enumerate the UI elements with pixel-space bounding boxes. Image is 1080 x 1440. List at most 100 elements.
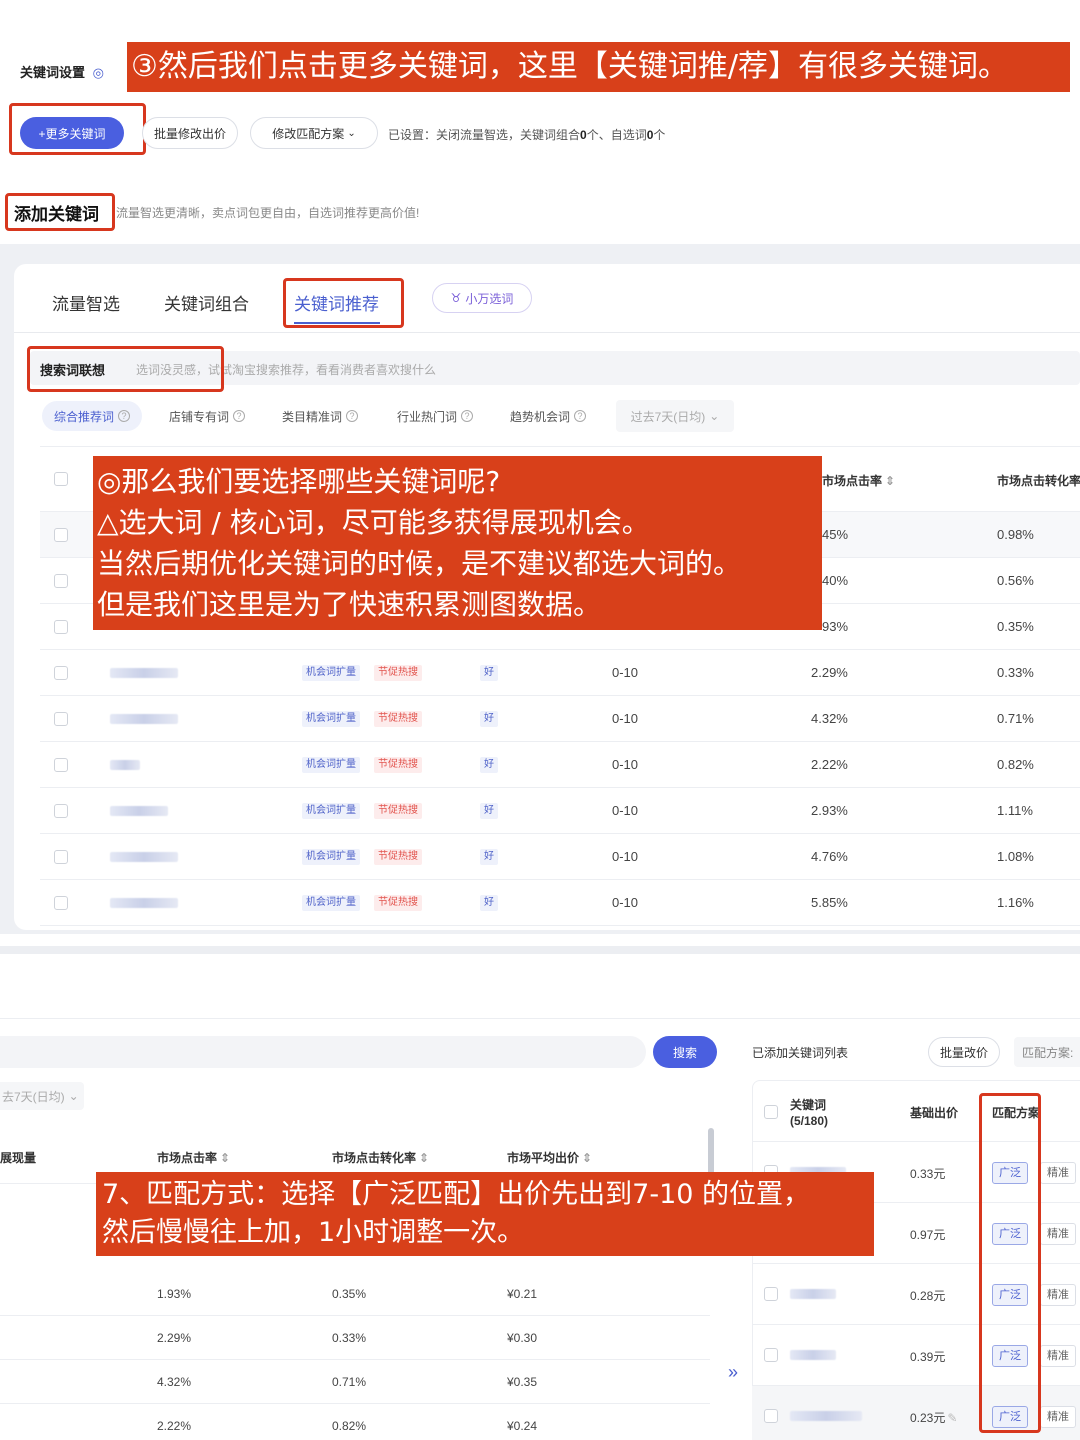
annotation-step3: ③然后我们点击更多关键词，这里【关键词推/荐】有很多关键词。 bbox=[127, 42, 1070, 92]
move-right-icon[interactable]: » bbox=[728, 1362, 738, 1383]
select-all-checkbox[interactable] bbox=[54, 472, 68, 486]
col-header-exposure[interactable]: 展现量 bbox=[0, 1149, 36, 1166]
cell-cvr: 0.33% bbox=[997, 665, 1034, 680]
row-checkbox[interactable] bbox=[54, 758, 68, 772]
match-exact-button[interactable]: 精准 bbox=[1040, 1223, 1076, 1245]
table-row[interactable]: 机会词扩量 节促热搜 好 0-10 4.76% 1.08% bbox=[40, 834, 1080, 880]
table-row[interactable]: 机会词扩量 节促热搜 好 0-10 2.93% 1.11% bbox=[40, 788, 1080, 834]
col-header-ctr[interactable]: 市场点击率 ⇕ bbox=[822, 472, 895, 489]
bottom-period-label: 去7天(日均) bbox=[2, 1089, 65, 1104]
row-checkbox[interactable] bbox=[764, 1348, 778, 1362]
table-row[interactable]: 2.29% 0.33% ¥0.30 bbox=[0, 1316, 710, 1360]
cell-ctr: 2.29% bbox=[157, 1331, 192, 1345]
robot-icon: ♉ bbox=[450, 291, 462, 305]
col-header-cvr-text: 市场点击转化率 bbox=[332, 1151, 417, 1165]
match-exact-button[interactable]: 精准 bbox=[1040, 1406, 1076, 1428]
table-row[interactable]: 机会词扩量 节促热搜 好 0-10 4.32% 0.71% bbox=[40, 696, 1080, 742]
col-header-cvr[interactable]: 市场点击转化率 ⇕ bbox=[332, 1149, 429, 1166]
row-checkbox[interactable] bbox=[54, 850, 68, 864]
cell-ctr: 1.93% bbox=[157, 1287, 192, 1301]
col-header-bid[interactable]: 市场平均出价 ⇕ bbox=[507, 1149, 592, 1166]
subtab-industry[interactable]: 行业热门词? bbox=[385, 401, 485, 431]
col-header-cvr[interactable]: 市场点击转化率 bbox=[997, 472, 1080, 489]
cell-ctr: 2.22% bbox=[157, 1419, 192, 1433]
row-checkbox[interactable] bbox=[54, 666, 68, 680]
row-checkbox[interactable] bbox=[54, 712, 68, 726]
cell-rank: 0-10 bbox=[612, 849, 639, 864]
table-row[interactable]: 4.32% 0.71% ¥0.35 bbox=[0, 1360, 710, 1404]
match-exact-button[interactable]: 精准 bbox=[1040, 1162, 1076, 1184]
rating-badge: 好 bbox=[480, 803, 498, 819]
row-checkbox[interactable] bbox=[54, 574, 68, 588]
blurred-keyword bbox=[790, 1350, 836, 1360]
blurred-keyword bbox=[110, 714, 178, 724]
xiaowan-label: 小万选词 bbox=[465, 291, 514, 306]
cell-bid: ¥0.21 bbox=[507, 1287, 538, 1301]
sort-icon: ⇕ bbox=[582, 1151, 593, 1165]
row-checkbox[interactable] bbox=[54, 528, 68, 542]
row-checkbox[interactable] bbox=[764, 1287, 778, 1301]
col-header-ctr-text: 市场点击率 bbox=[157, 1151, 218, 1165]
blurred-keyword bbox=[110, 852, 178, 862]
highlight-add-keywords bbox=[5, 193, 115, 231]
tag-promo-hot: 节促热搜 bbox=[374, 803, 422, 819]
col-header-ctr[interactable]: 市场点击率 ⇕ bbox=[157, 1149, 230, 1166]
settings-prefix: 已设置：关闭流量智选，关键词组合 bbox=[388, 128, 581, 142]
tab-traffic-select[interactable]: 流量智选 bbox=[52, 290, 120, 315]
rp-select-all-checkbox[interactable] bbox=[764, 1105, 778, 1119]
bottom-period-select[interactable]: 去7天(日均) ⌄ bbox=[0, 1082, 84, 1110]
added-keywords-title: 已添加关键词列表 bbox=[752, 1046, 849, 1060]
subtab-label: 趋势机会词 bbox=[510, 409, 571, 424]
row-checkbox[interactable] bbox=[54, 620, 68, 634]
row-checkbox[interactable] bbox=[54, 896, 68, 910]
tab-keyword-combo[interactable]: 关键词组合 bbox=[164, 290, 249, 315]
settings-count-combos: 0 bbox=[580, 128, 587, 142]
subtab-comprehensive[interactable]: 综合推荐词? bbox=[42, 401, 143, 431]
edit-icon[interactable]: ✎ bbox=[947, 1411, 957, 1425]
table-row[interactable]: 机会词扩量 节促热搜 好 0-10 2.22% 0.82% bbox=[40, 742, 1080, 788]
table-row[interactable]: 机会词扩量 节促热搜 好 0-10 2.29% 0.33% bbox=[40, 650, 1080, 696]
cell-bid: ¥0.30 bbox=[507, 1331, 538, 1345]
cell-ctr: 93% bbox=[822, 619, 849, 634]
annotation-line: 但是我们这里是为了快速积累测图数据。 bbox=[97, 588, 602, 621]
cell-cvr: 1.08% bbox=[997, 849, 1034, 864]
tag-promo-hot: 节促热搜 bbox=[374, 757, 422, 773]
table-row[interactable]: 1.93% 0.35% ¥0.21 bbox=[0, 1272, 710, 1316]
match-exact-button[interactable]: 精准 bbox=[1040, 1345, 1076, 1367]
cell-cvr: 0.98% bbox=[997, 527, 1034, 542]
rating-badge: 好 bbox=[480, 849, 498, 865]
row-checkbox[interactable] bbox=[764, 1409, 778, 1423]
bottom-search-input[interactable] bbox=[0, 1036, 646, 1068]
highlight-search bbox=[27, 346, 224, 392]
annotation-line: 然后慢慢往上加，1小时调整一次。 bbox=[102, 1217, 525, 1248]
blurred-keyword bbox=[790, 1411, 862, 1421]
blurred-keyword bbox=[790, 1289, 836, 1299]
tag-promo-hot: 节促热搜 bbox=[374, 711, 422, 727]
period-select[interactable]: 过去7天(日均) ⌄ bbox=[616, 400, 734, 432]
annotation-line: △选大词 / 核心词，尽可能多获得展现机会。 bbox=[97, 506, 650, 539]
batch-bid-button[interactable]: 批量修改出价 bbox=[142, 117, 238, 149]
cell-cvr: 1.16% bbox=[997, 895, 1034, 910]
period-label: 过去7天(日均) bbox=[630, 409, 706, 424]
match-plan-select[interactable]: 匹配方案: bbox=[1014, 1037, 1080, 1067]
subtab-trend[interactable]: 趋势机会词? bbox=[498, 401, 598, 431]
row-checkbox[interactable] bbox=[54, 804, 68, 818]
search-button[interactable]: 搜索 bbox=[653, 1036, 717, 1068]
cell-cvr: 0.56% bbox=[997, 573, 1034, 588]
settings-summary: 已设置：关闭流量智选，关键词组合0个、自选词0个 bbox=[388, 126, 665, 143]
subtab-category[interactable]: 类目精准词? bbox=[270, 401, 370, 431]
subtab-label: 店铺专有词 bbox=[169, 409, 230, 424]
match-exact-button[interactable]: 精准 bbox=[1040, 1284, 1076, 1306]
subtab-shop[interactable]: 店铺专有词? bbox=[157, 401, 257, 431]
match-plan-button[interactable]: 修改匹配方案 ⌄ bbox=[250, 117, 378, 149]
vertical-scrollbar[interactable] bbox=[708, 1128, 714, 1178]
table-row[interactable]: 机会词扩量 节促热搜 好 0-10 5.85% 1.16% bbox=[40, 880, 1080, 926]
col-header-bid-text: 市场平均出价 bbox=[507, 1151, 580, 1165]
table-row[interactable]: 2.22% 0.82% ¥0.24 bbox=[0, 1404, 710, 1440]
cell-base-bid: 0.23元 ✎ bbox=[910, 1409, 957, 1426]
batch-price-button[interactable]: 批量改价 bbox=[928, 1037, 1000, 1067]
add-keywords-desc: 流量智选更清晰，卖点词包更自由，自选词推荐更高价值! bbox=[116, 206, 420, 220]
xiaowan-button[interactable]: ♉ 小万选词 bbox=[432, 283, 532, 313]
annotation-line: 当然后期优化关键词的时候，是不建议都选大词的。 bbox=[97, 547, 742, 580]
annotation-line: ◎那么我们要选择哪些关键词呢? bbox=[97, 465, 501, 498]
